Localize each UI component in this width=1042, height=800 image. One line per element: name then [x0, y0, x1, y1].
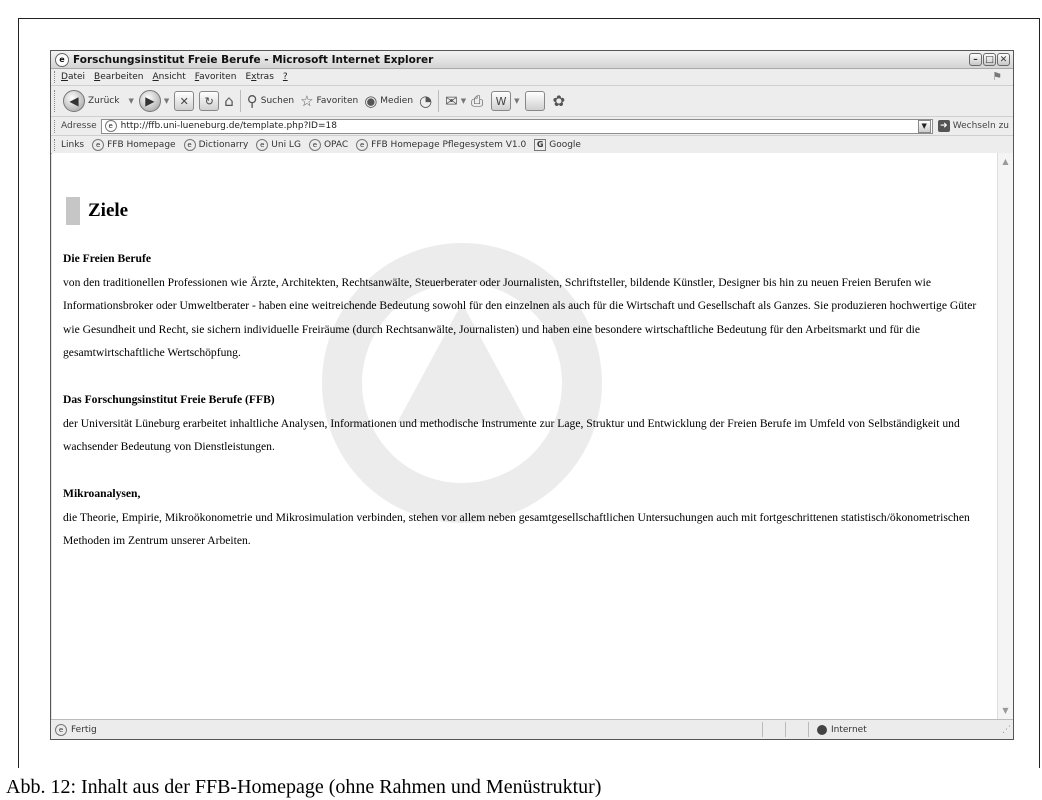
page-icon: e	[356, 138, 369, 151]
toolbar-grip[interactable]	[54, 71, 58, 83]
minimize-button[interactable]: –	[969, 53, 982, 66]
globe-icon	[817, 724, 827, 735]
title-bar: e Forschungsinstitut Freie Berufe - Micr…	[51, 51, 1013, 69]
menu-bearbeiten[interactable]: Bearbeiten	[94, 72, 143, 82]
toolbar-grip[interactable]	[54, 138, 58, 151]
mail-dropdown-icon[interactable]: ▼	[461, 97, 466, 105]
maximize-button[interactable]: □	[983, 53, 996, 66]
scroll-down-icon[interactable]: ▼	[1000, 705, 1011, 716]
menu-favoriten[interactable]: Favoriten	[195, 72, 237, 82]
link-google[interactable]: G Google	[534, 138, 581, 151]
media-button[interactable]: ◉ Medien	[364, 92, 419, 110]
zone-label: Internet	[831, 724, 867, 735]
page-icon: e	[104, 120, 117, 132]
star-icon: ☆	[300, 92, 314, 110]
browser-window: e Forschungsinstitut Freie Berufe - Micr…	[50, 50, 1014, 740]
page-heading: Ziele	[66, 197, 128, 225]
toolbar-grip[interactable]	[54, 90, 58, 112]
section-mikroanalysen: Mikroanalysen, die Theorie, Empirie, Mik…	[63, 482, 988, 553]
address-dropdown-icon[interactable]: ▼	[917, 119, 931, 133]
links-bar: Links e FFB Homepage e Dictionarry e Uni LG…	[51, 136, 1013, 154]
favorites-button[interactable]: ☆ Favoriten	[300, 92, 364, 110]
go-arrow-icon: ➜	[937, 120, 950, 132]
toolbar-separator	[239, 90, 241, 112]
status-text: Fertig	[71, 724, 97, 735]
stop-icon[interactable]: ✕	[174, 91, 195, 111]
address-input[interactable]: e http://ffb.uni-lueneburg.de/template.p…	[100, 118, 933, 134]
section-title: Das Forschungsinstitut Freie Berufe (FFB…	[63, 393, 275, 406]
link-ffb-pflegesystem[interactable]: e FFB Homepage Pflegesystem V1.0	[356, 138, 526, 151]
security-zone: Internet	[808, 722, 997, 737]
search-icon: ⚲	[246, 92, 258, 110]
home-icon[interactable]: ⌂	[224, 92, 234, 110]
ie-icon: e	[55, 52, 69, 67]
mail-icon[interactable]: ✉	[445, 92, 458, 110]
links-label: Links	[61, 139, 85, 150]
window-controls: – □ ✕	[969, 53, 1010, 66]
resize-grip-icon[interactable]: ⋰	[997, 725, 1011, 735]
menu-datei[interactable]: Datei	[61, 72, 85, 82]
toolbar-separator	[438, 90, 440, 112]
address-label: Adresse	[61, 121, 97, 131]
article: Die Freien Berufe von den traditionellen…	[63, 247, 988, 576]
status-pane	[762, 722, 785, 737]
section-title: Die Freien Berufe	[63, 252, 151, 265]
section-body: der Universität Lüneburg erarbeitet inha…	[63, 416, 960, 454]
google-icon: G	[534, 138, 547, 151]
page-icon: e	[256, 138, 269, 151]
page-icon: e	[308, 138, 321, 151]
section-freie-berufe: Die Freien Berufe von den traditionellen…	[63, 247, 988, 365]
print-icon[interactable]: ⎙	[471, 92, 483, 110]
status-pane	[785, 722, 808, 737]
media-icon: ◉	[364, 92, 378, 110]
refresh-icon[interactable]: ↻	[199, 91, 220, 111]
back-arrow-icon: ◀	[63, 90, 85, 112]
section-ffb: Das Forschungsinstitut Freie Berufe (FFB…	[63, 388, 988, 459]
menu-bar: Datei Bearbeiten Ansicht Favoriten Extra…	[51, 69, 1013, 86]
window-title: Forschungsinstitut Freie Berufe - Micros…	[73, 53, 434, 66]
toolbar-grip[interactable]	[54, 119, 58, 133]
status-bar: e Fertig Internet ⋰	[51, 719, 1013, 739]
search-button[interactable]: ⚲ Suchen	[247, 92, 300, 110]
section-body: von den traditionellen Professionen wie …	[63, 275, 977, 360]
close-button[interactable]: ✕	[997, 53, 1010, 66]
menu-ansicht[interactable]: Ansicht	[153, 72, 186, 82]
address-url: http://ffb.uni-lueneburg.de/template.php…	[120, 121, 337, 131]
messenger-icon[interactable]: ✿	[553, 92, 566, 110]
page-icon: e	[183, 138, 196, 151]
edit-dropdown-icon[interactable]: ▼	[514, 97, 519, 105]
media-label: Medien	[380, 96, 414, 106]
link-opac[interactable]: e OPAC	[308, 138, 348, 151]
menu-extras[interactable]: Extras	[245, 72, 273, 82]
link-ffb-homepage[interactable]: e FFB Homepage	[92, 138, 176, 151]
page-icon: e	[92, 138, 105, 151]
history-icon[interactable]: ◔	[419, 92, 432, 110]
link-uni-lg[interactable]: e Uni LG	[256, 138, 301, 151]
discuss-icon[interactable]	[524, 91, 545, 111]
heading-bar	[66, 197, 80, 225]
address-bar: Adresse e http://ffb.uni-lueneburg.de/te…	[51, 117, 1013, 136]
search-label: Suchen	[260, 96, 295, 106]
back-label: Zurück	[88, 96, 120, 106]
page-title: Ziele	[88, 200, 129, 221]
figure-caption: Abb. 12: Inhalt aus der FFB-Homepage (oh…	[6, 776, 602, 798]
menu-help[interactable]: ?	[283, 72, 288, 82]
forward-arrow-icon[interactable]: ▶	[138, 90, 161, 112]
vertical-scrollbar[interactable]: ▲ ▼	[997, 153, 1013, 719]
link-dictionarry[interactable]: e Dictionarry	[183, 138, 248, 151]
section-title: Mikroanalysen,	[63, 487, 141, 500]
favorites-label: Favoriten	[316, 96, 359, 106]
scroll-up-icon[interactable]: ▲	[1000, 156, 1011, 167]
go-label: Wechseln zu	[952, 121, 1009, 131]
back-dropdown-icon[interactable]: ▼	[128, 97, 133, 105]
word-edit-icon[interactable]: W	[491, 91, 512, 111]
standard-toolbar: ◀ Zurück ▼ ▶ ▼ ✕ ↻ ⌂ ⚲ Suchen ☆ Favorite…	[51, 86, 1013, 117]
back-button[interactable]: ◀ Zurück	[63, 90, 125, 112]
go-button[interactable]: ➜ Wechseln zu	[937, 120, 1009, 132]
windows-logo-icon: ⚑	[992, 70, 1002, 83]
forward-dropdown-icon[interactable]: ▼	[164, 97, 169, 105]
page-content: Ziele Die Freien Berufe von den traditio…	[52, 153, 997, 719]
section-body: die Theorie, Empirie, Mikroökonometrie u…	[63, 510, 970, 548]
page-icon: e	[55, 723, 67, 736]
